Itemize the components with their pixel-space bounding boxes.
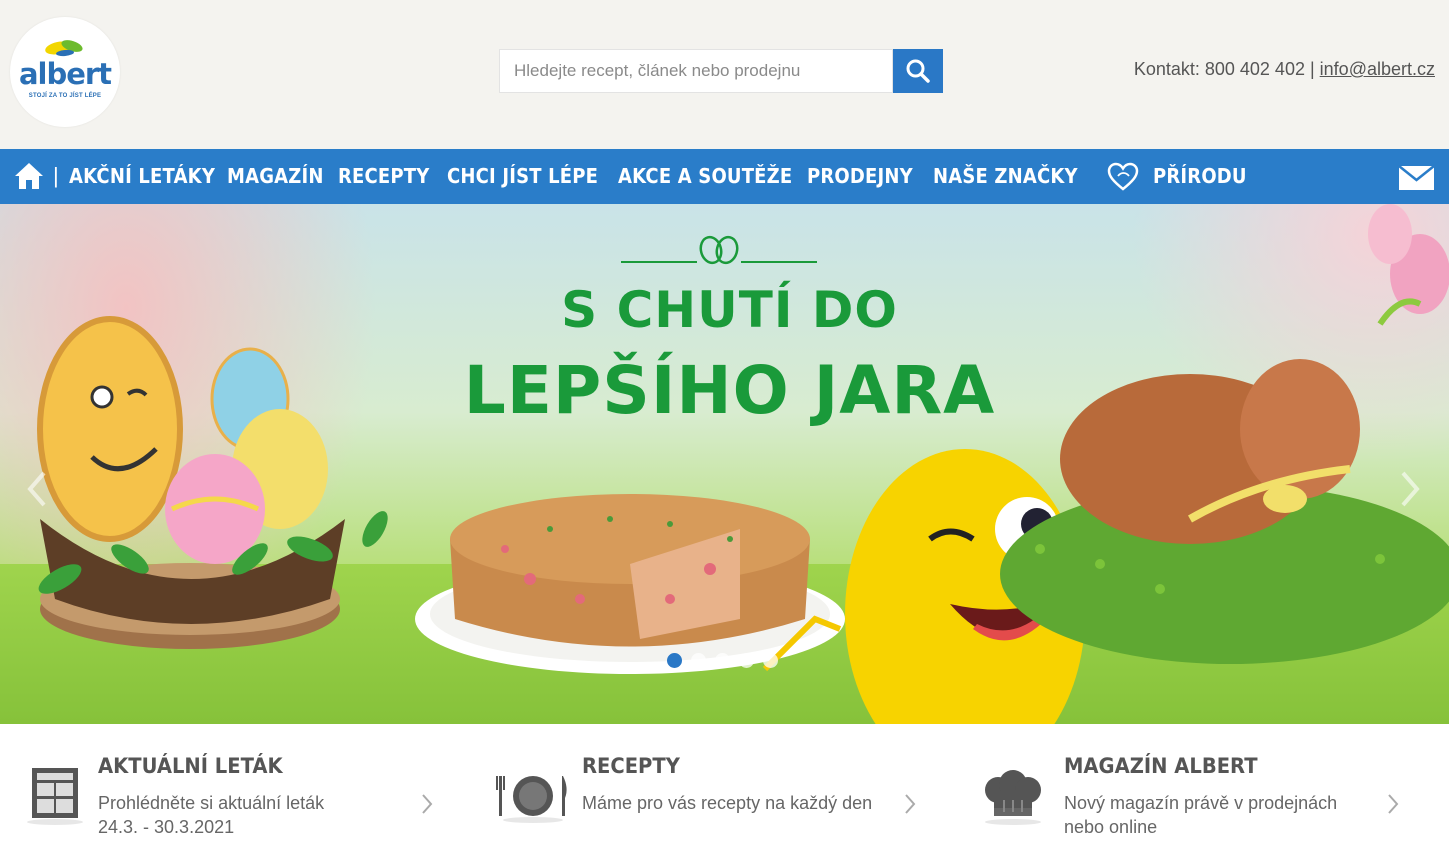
search-input[interactable] xyxy=(499,49,893,93)
flyer-icon xyxy=(27,768,83,825)
contact-info: Kontakt: 800 402 402 | info@albert.cz xyxy=(1134,59,1435,80)
plate-cutlery-icon xyxy=(496,776,567,823)
nav-item-prirodu[interactable]: PŘÍRODU xyxy=(1153,164,1247,188)
feature-links: AKTUÁLNÍ LETÁK Prohlédněte si aktuální l… xyxy=(0,724,1449,867)
nav-item-nase-znacky[interactable]: NAŠE ZNAČKY xyxy=(933,164,1078,188)
nav-item-prodejny[interactable]: PRODEJNY xyxy=(807,164,913,188)
nav-item-recepty[interactable]: RECEPTY xyxy=(338,164,429,188)
heart-icon xyxy=(1107,162,1139,191)
carousel-dot[interactable] xyxy=(715,653,730,668)
carousel-dot[interactable] xyxy=(763,653,778,668)
main-nav: | AKČNÍ LETÁKY MAGAZÍN RECEPTY CHCI JÍST… xyxy=(0,149,1449,204)
logo-tagline: STOJÍ ZA TO JÍST LÉPE xyxy=(28,93,102,99)
carousel-dot[interactable] xyxy=(667,653,682,668)
hero-carousel[interactable]: S CHUTÍ DO LEPŠÍHO JARA xyxy=(0,204,1449,724)
nav-item-akce-a-souteze[interactable]: AKCE A SOUTĚŽE xyxy=(618,164,792,188)
feature-description: Nový magazín právě v prodejnách nebo onl… xyxy=(1064,791,1337,839)
chef-hat-icon xyxy=(985,770,1041,825)
search-icon xyxy=(906,59,930,83)
mail-icon[interactable] xyxy=(1398,165,1435,191)
leaf-decoration-icon xyxy=(621,235,817,265)
nav-item-magazin[interactable]: MAGAZÍN xyxy=(227,164,324,188)
nav-item-akcni-letaky[interactable]: AKČNÍ LETÁKY xyxy=(69,164,215,188)
feature-desc-line: Máme pro vás recepty na každý den xyxy=(582,793,873,813)
search-bar xyxy=(499,49,943,93)
chevron-right-icon xyxy=(422,794,433,814)
chevron-right-icon[interactable] xyxy=(1395,469,1425,509)
site-header: albert STOJÍ ZA TO JÍST LÉPE Kontakt: 80… xyxy=(0,0,1449,149)
carousel-dots xyxy=(667,653,778,668)
chevron-left-icon[interactable] xyxy=(22,469,52,509)
nav-separator: | xyxy=(53,163,59,188)
hero-title-line1: S CHUTÍ DO xyxy=(561,281,898,339)
feature-desc-line: Nový magazín právě v prodejnách xyxy=(1064,793,1338,813)
feature-recipes[interactable]: RECEPTY Máme pro vás recepty na každý de… xyxy=(483,724,966,867)
feature-description: Prohlédněte si aktuální leták 24.3. - 30… xyxy=(98,791,324,839)
feature-magazine[interactable]: MAGAZÍN ALBERT Nový magazín právě v prod… xyxy=(966,724,1449,867)
carousel-dot[interactable] xyxy=(739,653,754,668)
feature-desc-line: 24.3. - 30.3.2021 xyxy=(98,817,235,837)
chevron-right-icon xyxy=(1388,794,1399,814)
chevron-right-icon xyxy=(905,794,916,814)
feature-title: AKTUÁLNÍ LETÁK xyxy=(98,754,283,778)
contact-phone: Kontakt: 800 402 402 | xyxy=(1133,59,1315,79)
feature-current-flyer[interactable]: AKTUÁLNÍ LETÁK Prohlédněte si aktuální l… xyxy=(0,724,483,867)
home-icon[interactable] xyxy=(13,161,45,191)
hero-title-line2: LEPŠÍHO JARA xyxy=(463,352,996,429)
feature-title: MAGAZÍN ALBERT xyxy=(1064,754,1258,778)
albert-logo[interactable]: albert STOJÍ ZA TO JÍST LÉPE xyxy=(10,17,120,127)
contact-email-link[interactable]: info@albert.cz xyxy=(1320,59,1435,79)
feature-description: Máme pro vás recepty na každý den xyxy=(582,791,872,815)
logo-wordmark: albert xyxy=(18,57,112,91)
feature-desc-line: Prohlédněte si aktuální leták xyxy=(98,793,325,813)
feature-title: RECEPTY xyxy=(582,754,680,778)
carousel-dot[interactable] xyxy=(691,653,706,668)
search-button[interactable] xyxy=(893,49,943,93)
feature-desc-line: nebo online xyxy=(1064,817,1158,837)
nav-item-chci-jist-lepe[interactable]: CHCI JÍST LÉPE xyxy=(447,164,598,188)
